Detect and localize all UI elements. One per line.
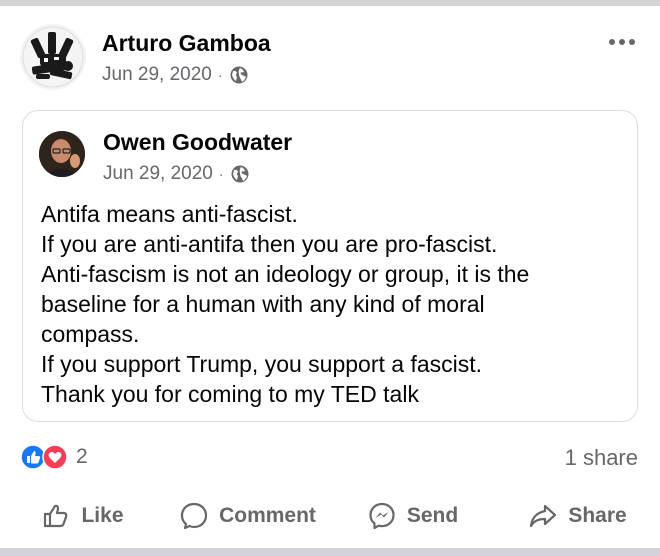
comment-icon: [180, 502, 208, 530]
post-header: Arturo Gamboa Jun 29, 2020 ·: [20, 20, 640, 100]
more-options-icon: [609, 39, 635, 45]
post-text-line: baseline for a human with any kind of mo…: [41, 291, 485, 317]
messenger-icon: [369, 502, 395, 530]
comment-label: Comment: [219, 504, 316, 527]
shared-post-card[interactable]: Owen Goodwater Jun 29, 2020 · Antifa mea…: [22, 110, 638, 422]
post-actions-bar: Like Comment Send Share: [0, 488, 660, 544]
love-reaction-icon: [42, 444, 68, 470]
like-label: Like: [81, 504, 124, 527]
post-date[interactable]: Jun 29, 2020: [102, 64, 212, 86]
meta-separator: ·: [218, 166, 224, 182]
reaction-count: 2: [76, 445, 88, 468]
reaction-icons: [20, 444, 68, 470]
shared-post-text: Antifa means anti-fascist. If you are an…: [41, 199, 621, 409]
reactions-summary[interactable]: 2: [20, 444, 88, 470]
thumbs-up-icon: [44, 504, 68, 528]
post-text-line: If you are anti-antifa then you are pro-…: [41, 231, 498, 257]
share-arrow-icon: [530, 504, 557, 528]
post-meta: Jun 29, 2020 ·: [102, 64, 249, 86]
share-button[interactable]: Share: [495, 501, 660, 531]
author-name[interactable]: Arturo Gamboa: [102, 30, 271, 57]
avatar-photo-icon: [39, 131, 85, 177]
send-label: Send: [406, 504, 459, 527]
globe-icon: [231, 165, 249, 183]
send-button[interactable]: Send: [330, 501, 495, 531]
post-text-line: Antifa means anti-fascist.: [41, 201, 298, 227]
post-text-line: If you support Trump, you support a fasc…: [41, 351, 483, 377]
like-button[interactable]: Like: [0, 501, 165, 531]
post-text-line: Anti-fascism is not an ideology or group…: [41, 261, 530, 287]
share-count[interactable]: 1 share: [565, 445, 638, 471]
shared-post-meta: Jun 29, 2020 ·: [103, 163, 250, 185]
avatar-art-icon: [20, 24, 86, 90]
more-options-button[interactable]: [604, 30, 640, 54]
shared-post-date[interactable]: Jun 29, 2020: [103, 163, 213, 185]
meta-separator: ·: [217, 67, 223, 83]
share-label: Share: [568, 504, 627, 527]
author-avatar[interactable]: [20, 24, 86, 90]
globe-icon: [230, 66, 248, 84]
top-divider: [0, 0, 660, 6]
bottom-divider: [0, 548, 660, 556]
comment-button[interactable]: Comment: [165, 501, 330, 531]
post-text-line: Thank you for coming to my TED talk: [41, 381, 419, 407]
shared-author-name[interactable]: Owen Goodwater: [103, 129, 292, 156]
shared-author-avatar[interactable]: [39, 131, 85, 177]
post-text-line: compass.: [41, 321, 140, 347]
